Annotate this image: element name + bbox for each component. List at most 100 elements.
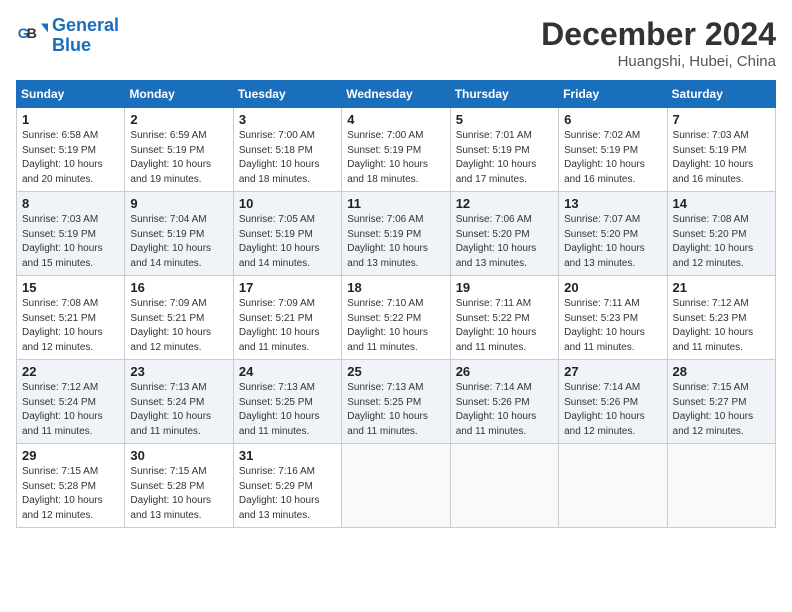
location-subtitle: Huangshi, Hubei, China [541,53,776,70]
day-info: Sunrise: 7:14 AM Sunset: 5:26 PM Dayligh… [456,381,553,439]
calendar-cell: 20 Sunrise: 7:11 AM Sunset: 5:23 PM Dayli… [559,276,667,360]
calendar-cell: 4Sunrise: 7:00 AM Sunset: 5:19 PM Daylig… [342,108,450,192]
day-number: 11 [347,196,444,211]
day-info: Sunrise: 7:15 AM Sunset: 5:28 PM Dayligh… [22,465,119,523]
day-info: Sunrise: 7:03 AM Sunset: 5:19 PM Dayligh… [22,213,119,271]
calendar-cell [450,444,558,528]
day-number: 25 [347,364,444,379]
calendar-cell: 13 Sunrise: 7:07 AM Sunset: 5:20 PM Dayli… [559,192,667,276]
calendar-week-1: 1 Sunrise: 6:58 AM Sunset: 5:19 PM Daylig… [17,108,776,192]
day-info: Sunrise: 7:09 AM Sunset: 5:21 PM Dayligh… [130,297,227,355]
day-info: Sunrise: 7:02 AM Sunset: 5:19 PM Dayligh… [564,129,661,187]
calendar-cell: 11Sunrise: 7:06 AM Sunset: 5:19 PM Dayli… [342,192,450,276]
day-info: Sunrise: 7:12 AM Sunset: 5:23 PM Dayligh… [673,297,770,355]
day-number: 27 [564,364,661,379]
day-info: Sunrise: 7:08 AM Sunset: 5:21 PM Dayligh… [22,297,119,355]
day-number: 30 [130,448,227,463]
day-info: Sunrise: 7:03 AM Sunset: 5:19 PM Dayligh… [673,129,770,187]
calendar-cell: 19 Sunrise: 7:11 AM Sunset: 5:22 PM Dayli… [450,276,558,360]
calendar-cell: 22Sunrise: 7:12 AM Sunset: 5:24 PM Dayli… [17,360,125,444]
calendar-cell: 26Sunrise: 7:14 AM Sunset: 5:26 PM Dayli… [450,360,558,444]
calendar-cell: 23Sunrise: 7:13 AM Sunset: 5:24 PM Dayli… [125,360,233,444]
day-number: 13 [564,196,661,211]
day-number: 16 [130,280,227,295]
day-info: Sunrise: 7:15 AM Sunset: 5:28 PM Dayligh… [130,465,227,523]
day-number: 4 [347,112,444,127]
day-info: Sunrise: 7:06 AM Sunset: 5:20 PM Dayligh… [456,213,553,271]
calendar-cell: 14Sunrise: 7:08 AM Sunset: 5:20 PM Dayli… [667,192,775,276]
calendar-cell: 28Sunrise: 7:15 AM Sunset: 5:27 PM Dayli… [667,360,775,444]
calendar-week-5: 29 Sunrise: 7:15 AM Sunset: 5:28 PM Dayli… [17,444,776,528]
day-number: 2 [130,112,227,127]
day-number: 12 [456,196,553,211]
day-info: Sunrise: 6:59 AM Sunset: 5:19 PM Dayligh… [130,129,227,187]
day-info: Sunrise: 7:12 AM Sunset: 5:24 PM Dayligh… [22,381,119,439]
calendar-week-4: 22Sunrise: 7:12 AM Sunset: 5:24 PM Dayli… [17,360,776,444]
day-info: Sunrise: 7:05 AM Sunset: 5:19 PM Dayligh… [239,213,336,271]
calendar-week-3: 15Sunrise: 7:08 AM Sunset: 5:21 PM Dayli… [17,276,776,360]
day-number: 1 [22,112,119,127]
day-number: 7 [673,112,770,127]
day-number: 17 [239,280,336,295]
calendar-cell: 31 Sunrise: 7:16 AM Sunset: 5:29 PM Dayli… [233,444,341,528]
day-number: 24 [239,364,336,379]
calendar-cell: 3 Sunrise: 7:00 AM Sunset: 5:18 PM Daylig… [233,108,341,192]
day-number: 5 [456,112,553,127]
day-info: Sunrise: 7:10 AM Sunset: 5:22 PM Dayligh… [347,297,444,355]
day-info: Sunrise: 7:11 AM Sunset: 5:22 PM Dayligh… [456,297,553,355]
day-info: Sunrise: 7:15 AM Sunset: 5:27 PM Dayligh… [673,381,770,439]
calendar-cell: 17 Sunrise: 7:09 AM Sunset: 5:21 PM Dayli… [233,276,341,360]
weekday-header-friday: Friday [559,81,667,108]
calendar-header-row: SundayMondayTuesdayWednesdayThursdayFrid… [17,81,776,108]
calendar-cell: 6 Sunrise: 7:02 AM Sunset: 5:19 PM Daylig… [559,108,667,192]
day-info: Sunrise: 7:07 AM Sunset: 5:20 PM Dayligh… [564,213,661,271]
weekday-header-thursday: Thursday [450,81,558,108]
day-info: Sunrise: 7:11 AM Sunset: 5:23 PM Dayligh… [564,297,661,355]
calendar-cell: 30 Sunrise: 7:15 AM Sunset: 5:28 PM Dayli… [125,444,233,528]
day-number: 31 [239,448,336,463]
day-info: Sunrise: 7:14 AM Sunset: 5:26 PM Dayligh… [564,381,661,439]
day-info: Sunrise: 7:16 AM Sunset: 5:29 PM Dayligh… [239,465,336,523]
page-header: G B General Blue December 2024 Huangshi,… [16,16,776,70]
calendar-cell [667,444,775,528]
svg-text:B: B [27,26,37,42]
calendar-cell: 29 Sunrise: 7:15 AM Sunset: 5:28 PM Dayli… [17,444,125,528]
month-title: December 2024 [541,16,776,53]
weekday-header-monday: Monday [125,81,233,108]
day-number: 3 [239,112,336,127]
calendar-week-2: 8 Sunrise: 7:03 AM Sunset: 5:19 PM Daylig… [17,192,776,276]
calendar-cell: 1 Sunrise: 6:58 AM Sunset: 5:19 PM Daylig… [17,108,125,192]
day-info: Sunrise: 7:00 AM Sunset: 5:18 PM Dayligh… [239,129,336,187]
day-info: Sunrise: 7:01 AM Sunset: 5:19 PM Dayligh… [456,129,553,187]
weekday-header-sunday: Sunday [17,81,125,108]
logo-text-line1: General [52,16,119,36]
calendar-cell: 18 Sunrise: 7:10 AM Sunset: 5:22 PM Dayli… [342,276,450,360]
day-number: 9 [130,196,227,211]
day-number: 18 [347,280,444,295]
calendar-cell: 8 Sunrise: 7:03 AM Sunset: 5:19 PM Daylig… [17,192,125,276]
calendar-cell: 21 Sunrise: 7:12 AM Sunset: 5:23 PM Dayli… [667,276,775,360]
logo: G B General Blue [16,16,119,56]
calendar-cell [559,444,667,528]
day-number: 6 [564,112,661,127]
calendar-cell: 2 Sunrise: 6:59 AM Sunset: 5:19 PM Daylig… [125,108,233,192]
day-number: 29 [22,448,119,463]
calendar-cell: 16 Sunrise: 7:09 AM Sunset: 5:21 PM Dayli… [125,276,233,360]
calendar-cell: 27 Sunrise: 7:14 AM Sunset: 5:26 PM Dayli… [559,360,667,444]
weekday-header-wednesday: Wednesday [342,81,450,108]
day-number: 14 [673,196,770,211]
day-info: Sunrise: 7:13 AM Sunset: 5:25 PM Dayligh… [239,381,336,439]
day-info: Sunrise: 7:09 AM Sunset: 5:21 PM Dayligh… [239,297,336,355]
day-number: 19 [456,280,553,295]
day-info: Sunrise: 6:58 AM Sunset: 5:19 PM Dayligh… [22,129,119,187]
day-number: 21 [673,280,770,295]
day-info: Sunrise: 7:04 AM Sunset: 5:19 PM Dayligh… [130,213,227,271]
calendar-cell: 9 Sunrise: 7:04 AM Sunset: 5:19 PM Daylig… [125,192,233,276]
calendar-cell: 10Sunrise: 7:05 AM Sunset: 5:19 PM Dayli… [233,192,341,276]
calendar-cell: 24 Sunrise: 7:13 AM Sunset: 5:25 PM Dayli… [233,360,341,444]
weekday-header-saturday: Saturday [667,81,775,108]
day-number: 20 [564,280,661,295]
logo-icon: G B [16,20,48,52]
day-number: 8 [22,196,119,211]
calendar-cell: 15Sunrise: 7:08 AM Sunset: 5:21 PM Dayli… [17,276,125,360]
